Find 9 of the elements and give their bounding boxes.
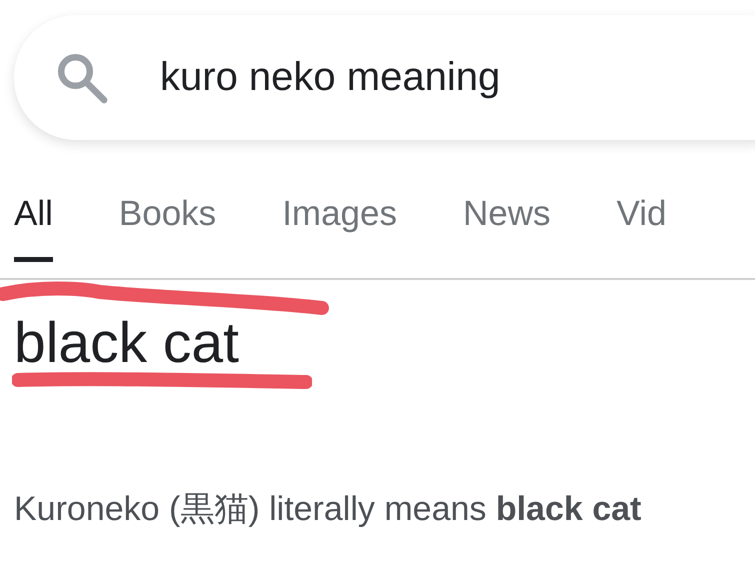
search-tab[interactable]: News	[462, 192, 550, 262]
search-icon	[56, 52, 108, 104]
answer-snippet: Kuroneko (黒猫) literally means black cat	[14, 489, 642, 530]
search-tab[interactable]: Vid	[616, 192, 666, 262]
search-tab[interactable]: All	[14, 192, 53, 262]
search-input[interactable]: kuro neko meaning	[160, 55, 620, 100]
search-tab[interactable]: Books	[118, 192, 216, 262]
search-tab[interactable]: Images	[282, 192, 397, 262]
answer-title: black cat	[14, 310, 239, 376]
